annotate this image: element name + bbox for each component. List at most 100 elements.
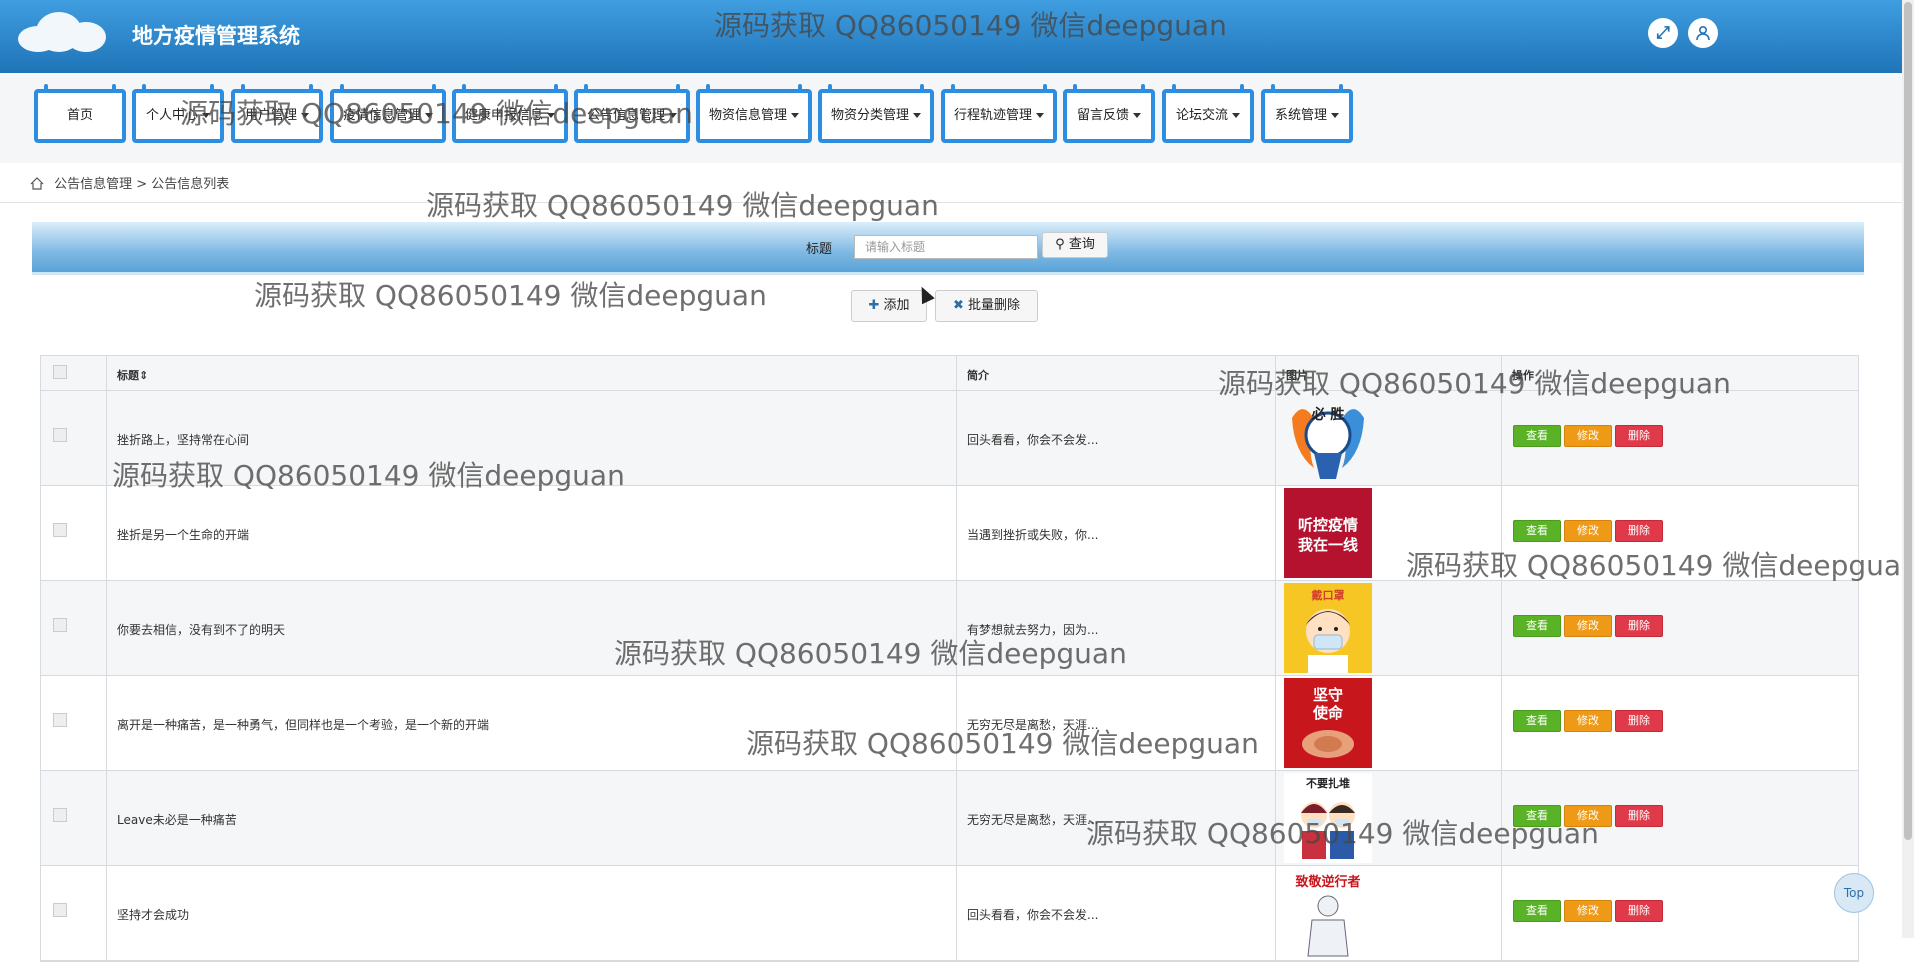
cloud-logo-icon xyxy=(14,10,110,54)
row-checkbox[interactable] xyxy=(53,808,67,822)
app-header: 地方疫情管理系统 ⤢ xyxy=(0,0,1902,73)
caret-down-icon xyxy=(1133,113,1141,118)
nav-travel-track[interactable]: 行程轨迹管理 xyxy=(941,84,1057,143)
caret-down-icon xyxy=(1331,113,1339,118)
delete-button[interactable]: 删除 xyxy=(1615,805,1663,827)
delete-button[interactable]: 删除 xyxy=(1615,615,1663,637)
view-button[interactable]: 查看 xyxy=(1513,900,1561,922)
caret-down-icon xyxy=(913,113,921,118)
caret-down-icon xyxy=(202,113,210,118)
edit-button[interactable]: 修改 xyxy=(1564,615,1612,637)
row-summary: 无穷无尽是离愁，天涯... xyxy=(967,718,1099,732)
x-icon: ✖ xyxy=(952,298,964,313)
table-row: 挫折是另一个生命的开端 当遇到挫折或失败，你... 听控疫情 我在一线 查看 修改… xyxy=(41,486,1858,581)
plus-icon: ✚ xyxy=(868,298,880,313)
delete-button[interactable]: 删除 xyxy=(1615,900,1663,922)
nav-system[interactable]: 系统管理 xyxy=(1261,84,1353,143)
row-checkbox[interactable] xyxy=(53,713,67,727)
select-all-checkbox[interactable] xyxy=(53,365,67,379)
row-summary: 当遇到挫折或失败，你... xyxy=(967,528,1099,542)
header-operations: 操作 xyxy=(1512,369,1534,382)
table-row: Leave未必是一种痛苦 无穷无尽是离愁，天涯... 不要扎堆 查看 修改 删除 xyxy=(41,771,1858,866)
scrollbar-thumb[interactable] xyxy=(1904,2,1912,840)
view-button[interactable]: 查看 xyxy=(1513,805,1561,827)
table-row: 离开是一种痛苦，是一种勇气，但同样也是一个考验，是一个新的开端 无穷无尽是离愁，… xyxy=(41,676,1858,771)
delete-button[interactable]: 删除 xyxy=(1615,520,1663,542)
edit-button[interactable]: 修改 xyxy=(1564,805,1612,827)
divider xyxy=(0,202,1902,203)
row-checkbox[interactable] xyxy=(53,903,67,917)
svg-text:致敬逆行者: 致敬逆行者 xyxy=(1295,874,1360,890)
delete-button[interactable]: 删除 xyxy=(1615,710,1663,732)
poster-child-mask-image: 戴口罩 xyxy=(1284,583,1372,673)
delete-button[interactable]: 删除 xyxy=(1615,425,1663,447)
search-button[interactable]: ⚲ 查询 xyxy=(1042,232,1108,258)
nav-health-report[interactable]: 健康申报信息 xyxy=(452,84,568,143)
row-checkbox[interactable] xyxy=(53,523,67,537)
header-title[interactable]: 标题⇕ xyxy=(117,367,148,383)
caret-down-icon xyxy=(547,113,555,118)
svg-text:不要扎堆: 不要扎堆 xyxy=(1306,776,1350,790)
edit-button[interactable]: 修改 xyxy=(1564,425,1612,447)
caret-down-icon xyxy=(1036,113,1044,118)
nav-user-management[interactable]: 用户管理 xyxy=(231,84,323,143)
poster-guard-mission-image: 坚守 使命 xyxy=(1284,678,1372,768)
sort-icon: ⇕ xyxy=(139,369,149,382)
table-row: 挫折路上，坚持常在心间 回头看看，你会不会发... 必 胜 查看 修改 删除 xyxy=(41,391,1858,486)
search-icon: ⚲ xyxy=(1055,237,1065,252)
svg-text:听控疫情: 听控疫情 xyxy=(1298,516,1358,534)
svg-text:我在一线: 我在一线 xyxy=(1298,536,1358,554)
edit-button[interactable]: 修改 xyxy=(1564,520,1612,542)
title-search-input[interactable]: 请输入标题 xyxy=(854,235,1038,259)
batch-delete-button[interactable]: ✖ 批量删除 xyxy=(935,290,1038,322)
caret-down-icon xyxy=(791,113,799,118)
poster-heart-win-image: 必 胜 xyxy=(1284,393,1372,483)
edit-button[interactable]: 修改 xyxy=(1564,710,1612,732)
watermark-text: 源码获取 QQ86050149 微信deepguan xyxy=(254,279,767,312)
system-title: 地方疫情管理系统 xyxy=(132,24,300,48)
svg-text:坚守: 坚守 xyxy=(1313,686,1343,704)
row-summary: 回头看看，你会不会发... xyxy=(967,908,1099,922)
search-bar: 标题 请输入标题 ⚲ 查询 xyxy=(32,222,1864,275)
breadcrumb: 公告信息管理 > 公告信息列表 xyxy=(30,173,229,192)
nav-supply-category[interactable]: 物资分类管理 xyxy=(818,84,934,143)
nav-feedback[interactable]: 留言反馈 xyxy=(1063,84,1155,143)
row-title: 挫折路上，坚持常在心间 xyxy=(117,433,250,447)
row-checkbox[interactable] xyxy=(53,618,67,632)
row-summary: 有梦想就去努力，因为... xyxy=(967,623,1099,637)
expand-icon[interactable]: ⤢ xyxy=(1648,18,1678,48)
nav-personal-center[interactable]: 个人中心 xyxy=(132,84,224,143)
caret-down-icon xyxy=(301,113,309,118)
home-icon[interactable] xyxy=(30,177,44,190)
nav-notice-management[interactable]: 公告信息管理 xyxy=(574,84,690,143)
nav-epidemic-info[interactable]: 疫情信息管理 xyxy=(330,84,446,143)
back-to-top-button[interactable]: Top xyxy=(1834,873,1874,913)
view-button[interactable]: 查看 xyxy=(1513,520,1561,542)
view-button[interactable]: 查看 xyxy=(1513,710,1561,732)
table-row: 你要去相信，没有到不了的明天 有梦想就去努力，因为... 戴口罩 查看 修改 删除 xyxy=(41,581,1858,676)
svg-text:必 胜: 必 胜 xyxy=(1311,406,1345,423)
table-row: 坚持才会成功 回头看看，你会不会发... 致敬逆行者 查看 修改 删除 xyxy=(41,866,1858,961)
header-summary: 简介 xyxy=(967,369,989,382)
user-icon[interactable] xyxy=(1688,18,1718,48)
nav-supply-info[interactable]: 物资信息管理 xyxy=(696,84,812,143)
nav-forum[interactable]: 论坛交流 xyxy=(1162,84,1254,143)
svg-text:使命: 使命 xyxy=(1312,704,1344,722)
row-title: 离开是一种痛苦，是一种勇气，但同样也是一个考验，是一个新的开端 xyxy=(117,718,490,732)
row-title: Leave未必是一种痛苦 xyxy=(117,813,237,827)
poster-couple-mask-image: 不要扎堆 xyxy=(1284,773,1372,863)
edit-button[interactable]: 修改 xyxy=(1564,900,1612,922)
breadcrumb-text: 公告信息管理 > 公告信息列表 xyxy=(54,177,230,192)
header-image: 图片 xyxy=(1286,369,1308,382)
watermark-text: 源码获取 QQ86050149 微信deepguan xyxy=(426,189,939,222)
row-title: 你要去相信，没有到不了的明天 xyxy=(117,623,286,637)
view-button[interactable]: 查看 xyxy=(1513,615,1561,637)
table-header-row: 标题⇕ 简介 图片 操作 xyxy=(41,356,1858,391)
nav-home[interactable]: 首页 xyxy=(34,84,126,143)
row-summary: 回头看看，你会不会发... xyxy=(967,433,1099,447)
main-nav: 首页 个人中心 用户管理 疫情信息管理 健康申报信息 公告信息管理 物资信息管理… xyxy=(0,73,1902,163)
row-checkbox[interactable] xyxy=(53,428,67,442)
add-button[interactable]: ✚ 添加 xyxy=(851,290,927,322)
view-button[interactable]: 查看 xyxy=(1513,425,1561,447)
row-summary: 无穷无尽是离愁，天涯... xyxy=(967,813,1099,827)
